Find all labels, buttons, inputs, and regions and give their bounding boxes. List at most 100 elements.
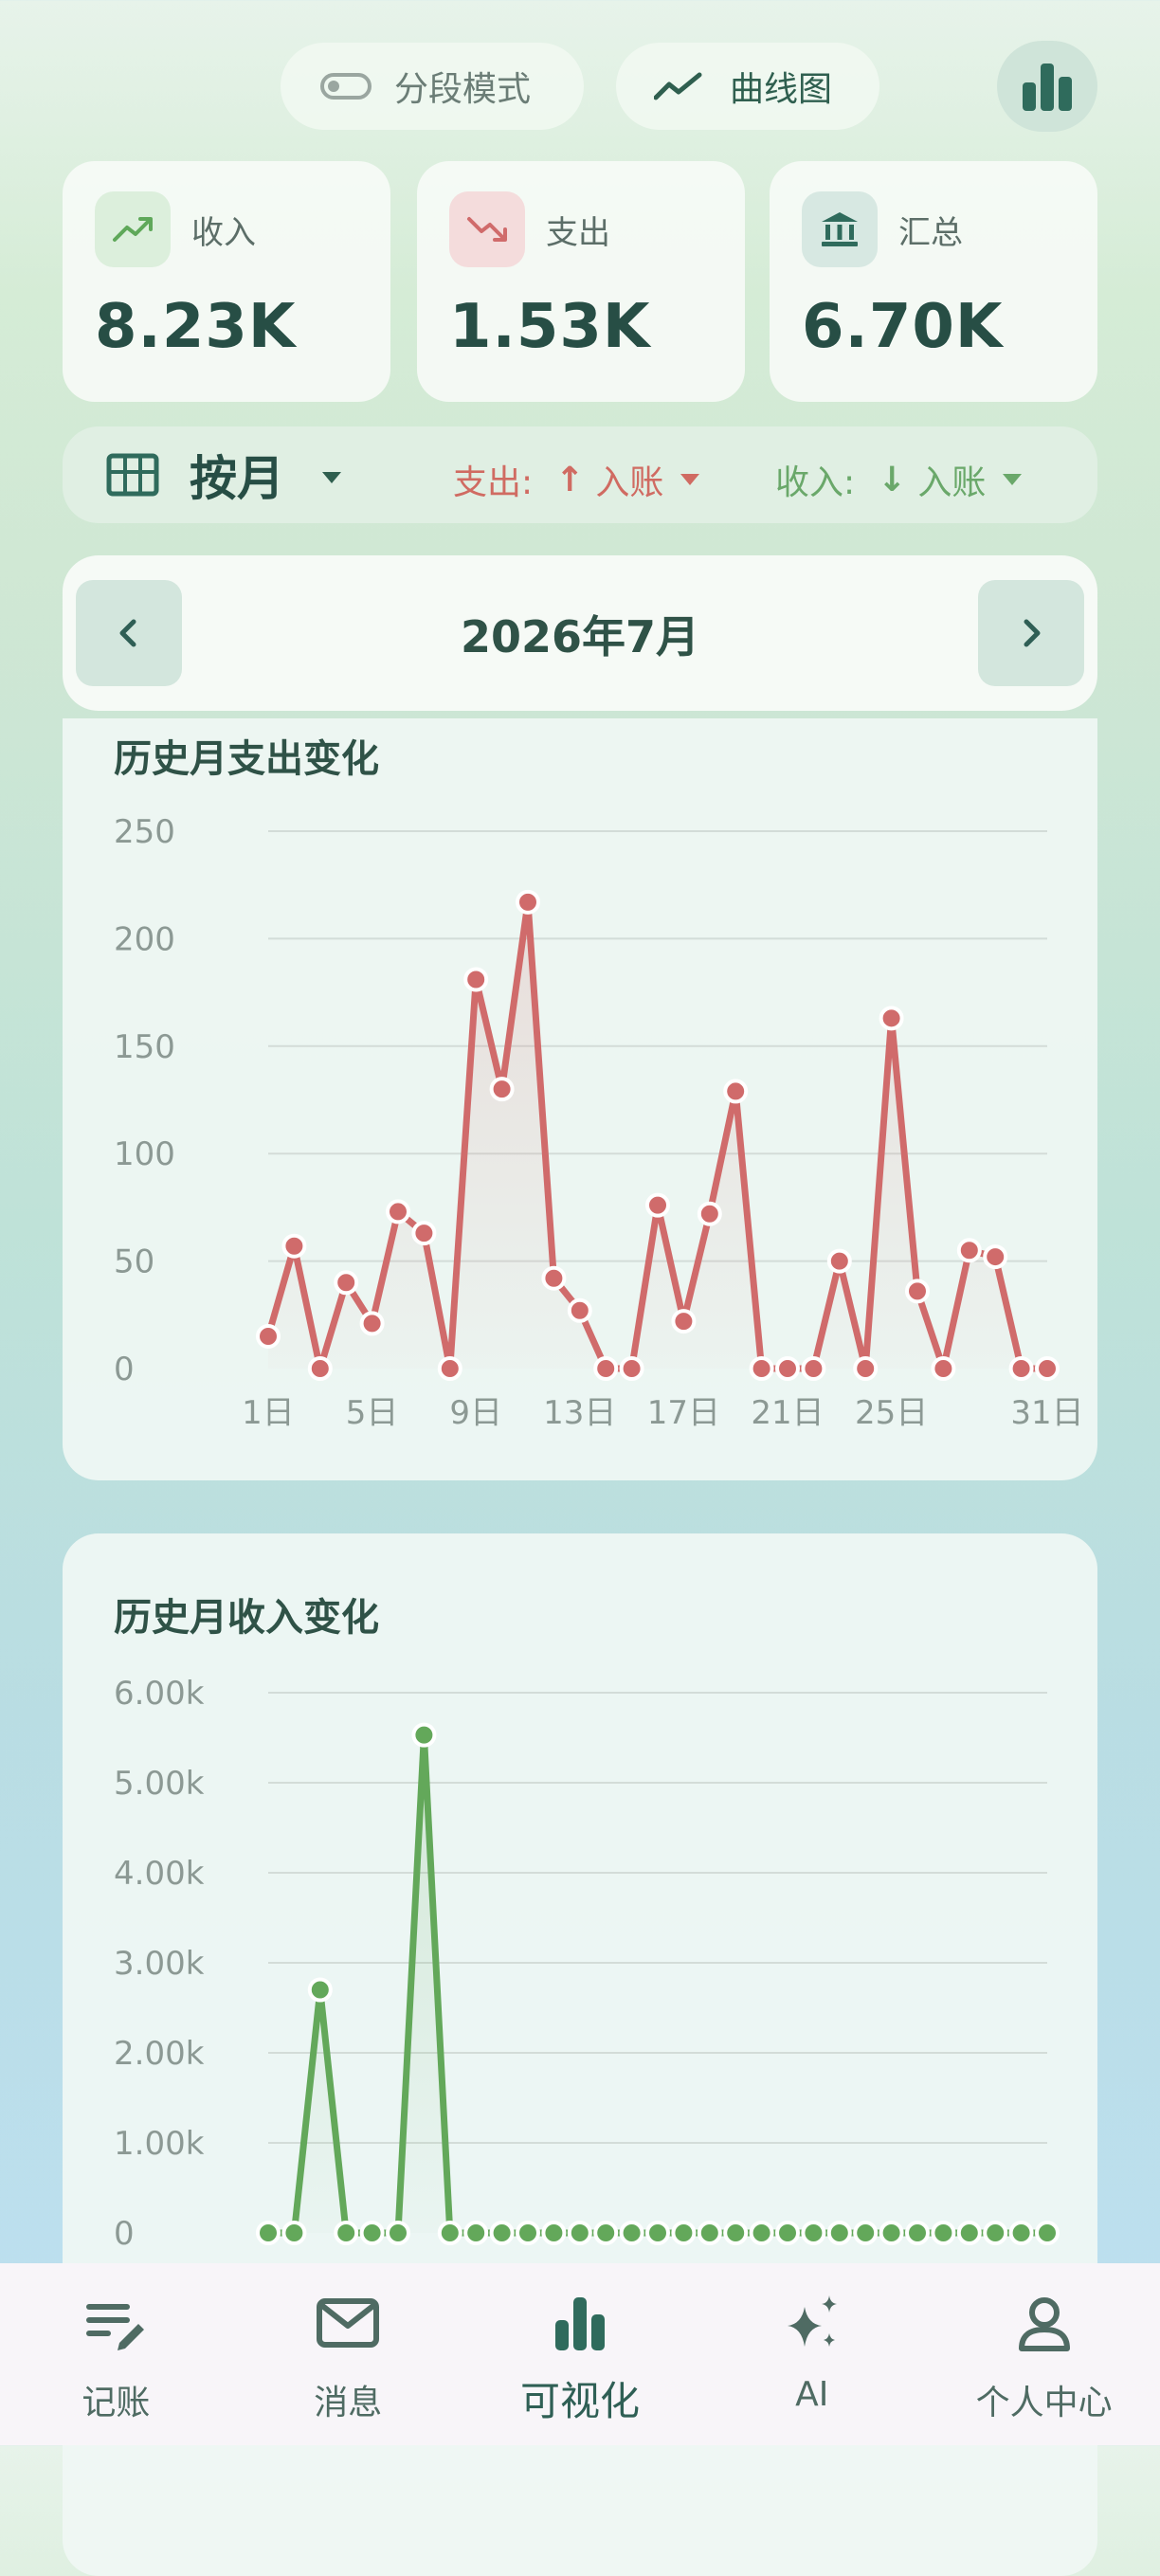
arrow-up-icon: ↑ xyxy=(555,460,585,499)
data-point[interactable] xyxy=(826,2221,852,2245)
data-point[interactable] xyxy=(281,2221,307,2245)
data-point[interactable] xyxy=(853,2221,879,2245)
expense-line-chart[interactable]: 0 50 100 150 200 250 1日 5日 9日 13日 17日 21日 25日 31日 xyxy=(63,718,1097,1480)
data-point[interactable] xyxy=(463,2221,489,2245)
data-point[interactable] xyxy=(775,1356,800,1381)
nav-label: AI xyxy=(795,2375,829,2414)
segment-mode-toggle[interactable]: 分段模式 xyxy=(281,43,584,130)
user-icon xyxy=(1018,2297,1070,2351)
data-point[interactable] xyxy=(593,1356,619,1381)
data-point[interactable] xyxy=(645,1192,670,1218)
expense-value: 1.53K xyxy=(449,292,651,362)
data-point[interactable] xyxy=(749,1356,774,1381)
nav-item-messages[interactable]: 消息 xyxy=(232,2263,464,2445)
data-point[interactable] xyxy=(931,1356,956,1381)
top-bar: 分段模式 曲线图 xyxy=(0,0,1160,152)
data-point[interactable] xyxy=(826,1248,852,1274)
data-point[interactable] xyxy=(645,2221,670,2245)
data-point[interactable] xyxy=(567,1297,592,1323)
y-tick-label: 5.00k xyxy=(114,1765,205,1803)
data-point[interactable] xyxy=(956,2221,982,2245)
data-point[interactable] xyxy=(619,1356,644,1381)
y-tick-label: 50 xyxy=(114,1243,154,1281)
data-point[interactable] xyxy=(801,2221,826,2245)
data-point[interactable] xyxy=(359,2221,385,2245)
total-value: 6.70K xyxy=(802,292,1004,362)
nav-item-visualization[interactable]: 可视化 xyxy=(464,2263,697,2445)
edit-list-icon xyxy=(86,2304,145,2350)
data-point[interactable] xyxy=(516,2221,540,2245)
data-point[interactable] xyxy=(879,1006,904,1031)
data-point[interactable] xyxy=(541,1265,567,1291)
data-point[interactable] xyxy=(1035,1356,1060,1381)
expense-stat-card[interactable]: 支出 1.53K xyxy=(417,161,745,402)
nav-label: 消息 xyxy=(314,2384,383,2422)
data-point[interactable] xyxy=(801,1356,826,1381)
data-point[interactable] xyxy=(567,2221,592,2245)
income-filter[interactable]: 收入: ↓ 入账 xyxy=(775,455,1023,504)
income-filter-label: 收入: xyxy=(775,463,856,502)
income-stat-card[interactable]: 收入 8.23K xyxy=(63,161,390,402)
data-point[interactable] xyxy=(386,2221,410,2245)
data-point[interactable] xyxy=(541,2221,567,2245)
data-point[interactable] xyxy=(853,1356,879,1381)
data-point[interactable] xyxy=(931,2221,956,2245)
income-filter-value: 入账 xyxy=(917,463,987,502)
data-point[interactable] xyxy=(593,2221,619,2245)
toggle-icon xyxy=(320,73,372,100)
nav-item-ai[interactable]: AI xyxy=(696,2263,928,2445)
data-point[interactable] xyxy=(905,2221,930,2245)
data-point[interactable] xyxy=(1008,1356,1034,1381)
data-point[interactable] xyxy=(775,2221,800,2245)
y-tick-label: 6.00k xyxy=(114,1675,205,1713)
data-point[interactable] xyxy=(619,2221,644,2245)
data-point[interactable] xyxy=(256,2221,281,2245)
nav-label: 记账 xyxy=(82,2384,151,2422)
trend-up-icon xyxy=(95,191,171,267)
data-point[interactable] xyxy=(905,1279,930,1304)
filter-bar: 按月 支出: ↑ 入账 收入: ↓ 入账 xyxy=(63,426,1097,523)
nav-item-profile[interactable]: 个人中心 xyxy=(928,2263,1160,2445)
data-point[interactable] xyxy=(489,1077,515,1102)
data-point[interactable] xyxy=(463,967,489,992)
expense-filter[interactable]: 支出: ↑ 入账 xyxy=(453,455,700,504)
data-point[interactable] xyxy=(334,2221,359,2245)
data-point[interactable] xyxy=(983,1244,1008,1270)
data-point[interactable] xyxy=(879,2221,904,2245)
data-point[interactable] xyxy=(956,1238,982,1263)
data-point[interactable] xyxy=(697,1201,722,1226)
data-point[interactable] xyxy=(749,2221,774,2245)
data-point[interactable] xyxy=(1035,2221,1060,2245)
data-point[interactable] xyxy=(723,1079,749,1104)
data-point[interactable] xyxy=(671,2221,697,2245)
data-point[interactable] xyxy=(489,2221,515,2245)
data-point[interactable] xyxy=(411,1221,437,1246)
data-point[interactable] xyxy=(386,1199,410,1225)
chart-type-button[interactable] xyxy=(997,41,1097,132)
data-point[interactable] xyxy=(334,1270,359,1296)
curve-chart-button[interactable]: 曲线图 xyxy=(616,43,879,130)
data-point[interactable] xyxy=(437,2221,462,2245)
data-point[interactable] xyxy=(437,1356,462,1381)
data-point[interactable] xyxy=(307,1977,333,2003)
nav-item-bookkeeping[interactable]: 记账 xyxy=(0,2263,232,2445)
data-point[interactable] xyxy=(516,889,540,915)
data-point[interactable] xyxy=(983,2221,1008,2245)
data-point[interactable] xyxy=(723,2221,749,2245)
total-stat-card[interactable]: 汇总 6.70K xyxy=(770,161,1097,402)
data-point[interactable] xyxy=(1008,2221,1034,2245)
segment-mode-label: 分段模式 xyxy=(394,70,532,109)
arrow-down-icon: ↓ xyxy=(878,460,907,499)
data-point[interactable] xyxy=(671,1309,697,1334)
data-point[interactable] xyxy=(256,1323,281,1349)
data-point[interactable] xyxy=(307,1356,333,1381)
next-month-button[interactable] xyxy=(978,580,1084,686)
x-tick-label: 21日 xyxy=(751,1394,824,1432)
period-selector[interactable]: 按月 xyxy=(190,441,284,509)
x-tick-label: 31日 xyxy=(1010,1394,1083,1432)
chevron-down-icon[interactable] xyxy=(322,472,341,483)
data-point[interactable] xyxy=(697,2221,722,2245)
data-point[interactable] xyxy=(281,1233,307,1259)
data-point[interactable] xyxy=(359,1311,385,1336)
data-point[interactable] xyxy=(411,1722,437,1748)
